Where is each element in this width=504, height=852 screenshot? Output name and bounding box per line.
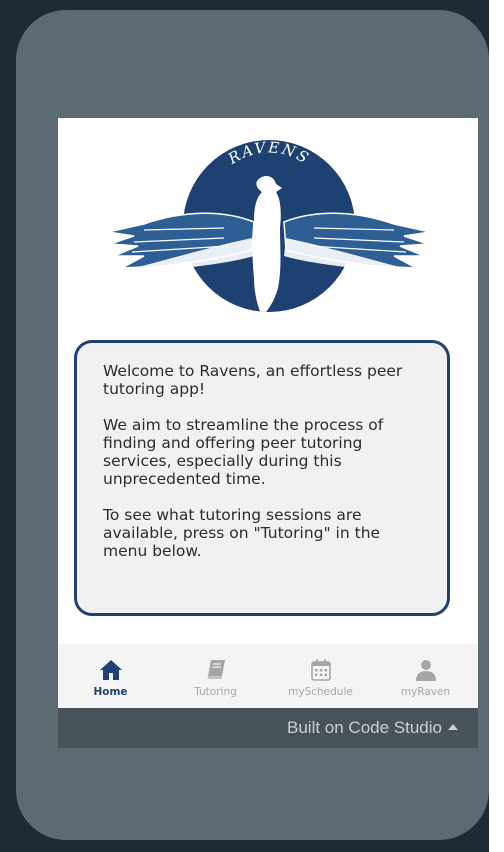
footer-label: Built on Code Studio: [287, 718, 442, 737]
tab-myschedule[interactable]: mySchedule: [268, 644, 373, 710]
calendar-icon: [310, 659, 331, 681]
code-studio-footer: Built on Code Studio: [58, 708, 478, 748]
tab-tutoring[interactable]: Tutoring: [163, 644, 268, 710]
tab-home-label: Home: [93, 686, 128, 698]
home-icon: [99, 660, 122, 680]
tab-tutoring-label: Tutoring: [194, 686, 237, 698]
user-icon: [415, 660, 436, 681]
welcome-card: Welcome to Ravens, an effortless peer tu…: [74, 340, 450, 616]
tab-myraven[interactable]: myRaven: [373, 644, 478, 710]
caret-up-icon: [448, 723, 458, 730]
tab-myschedule-label: mySchedule: [288, 686, 353, 698]
tab-home[interactable]: Home: [58, 644, 163, 710]
ravens-logo: RAVENS: [107, 138, 431, 312]
app-screen: RAVENS Welcome to Ravens, an effortless …: [58, 118, 478, 710]
tab-myraven-label: myRaven: [400, 686, 451, 698]
book-icon: [206, 660, 225, 679]
bottom-tab-bar: Home Tutoring mySchedule myRaven: [58, 644, 478, 710]
welcome-mission: We aim to streamline the process of find…: [103, 416, 384, 488]
page-edge: [489, 0, 504, 852]
built-on-code-studio-link[interactable]: Built on Code Studio: [287, 718, 458, 738]
welcome-intro: Welcome to Ravens, an effortless peer tu…: [103, 362, 403, 398]
welcome-instructions: To see what tutoring sessions are availa…: [103, 506, 381, 560]
